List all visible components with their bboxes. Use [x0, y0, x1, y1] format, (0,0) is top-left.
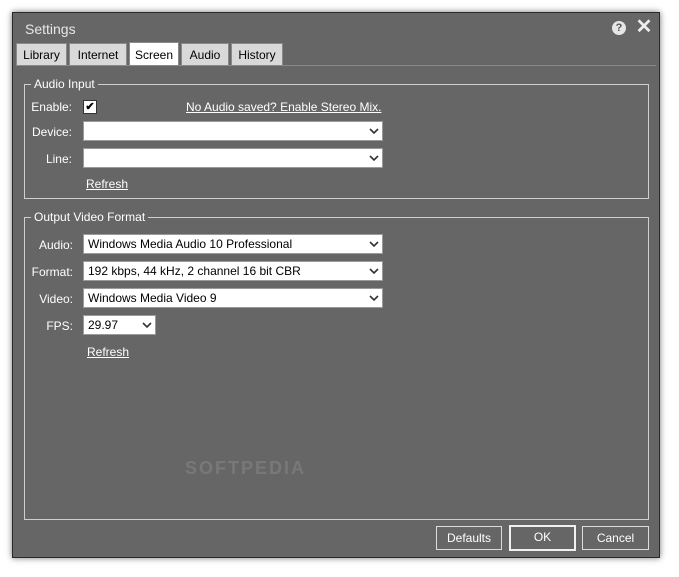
ok-button[interactable]: OK — [509, 525, 576, 551]
fps-value: 29.97 — [88, 318, 119, 332]
watermark: SOFTPEDIA — [185, 458, 307, 478]
fps-select[interactable]: 29.97 — [83, 315, 156, 335]
format-value: 192 kbps, 44 kHz, 2 channel 16 bit CBR — [88, 264, 301, 278]
chevron-down-icon — [369, 153, 379, 163]
video-codec-value: Windows Media Video 9 — [88, 291, 217, 305]
line-select[interactable] — [83, 148, 383, 168]
chevron-down-icon — [369, 293, 379, 303]
line-label: Line: — [45, 152, 72, 166]
enable-stereo-mix-link[interactable]: No Audio saved? Enable Stereo Mix. — [186, 100, 381, 114]
tab-audio[interactable]: Audio — [181, 43, 229, 65]
fps-label: FPS: — [46, 319, 73, 333]
output-format-refresh-link[interactable]: Refresh — [87, 345, 129, 359]
title-bar: Settings ? ✕ — [13, 13, 659, 43]
cancel-button[interactable]: Cancel — [582, 526, 649, 550]
chevron-down-icon — [369, 126, 379, 136]
audio-input-refresh-link[interactable]: Refresh — [86, 177, 128, 191]
audio-codec-select[interactable]: Windows Media Audio 10 Professional — [83, 234, 383, 254]
tab-history[interactable]: History — [231, 43, 283, 65]
window-title: Settings — [25, 21, 76, 37]
defaults-button[interactable]: Defaults — [436, 526, 502, 550]
tab-library[interactable]: Library — [16, 43, 67, 65]
audio-format-label: Audio: — [38, 238, 73, 252]
device-label: Device: — [31, 125, 72, 139]
output-video-format-legend: Output Video Format — [31, 210, 149, 224]
video-codec-select[interactable]: Windows Media Video 9 — [83, 288, 383, 308]
format-label: Format: — [31, 265, 73, 279]
tab-internet[interactable]: Internet — [69, 43, 127, 65]
help-icon[interactable]: ? — [612, 21, 626, 35]
chevron-down-icon — [369, 266, 379, 276]
video-label: Video: — [39, 292, 73, 306]
device-select[interactable] — [83, 121, 383, 141]
audio-codec-value: Windows Media Audio 10 Professional — [88, 237, 293, 251]
close-icon[interactable]: ✕ — [635, 17, 653, 37]
tab-screen[interactable]: Screen — [129, 42, 179, 66]
format-select[interactable]: 192 kbps, 44 kHz, 2 channel 16 bit CBR — [83, 261, 383, 281]
enable-label: Enable: — [31, 100, 72, 114]
audio-input-group: Audio Input Enable: ✔ No Audio saved? En… — [24, 77, 649, 199]
output-video-format-group: Output Video Format Audio: Windows Media… — [24, 210, 649, 520]
chevron-down-icon — [142, 320, 152, 330]
settings-window: Settings ? ✕ Library Internet Screen Aud… — [12, 12, 660, 558]
audio-input-legend: Audio Input — [31, 77, 98, 91]
tab-divider — [16, 65, 656, 66]
chevron-down-icon — [369, 239, 379, 249]
enable-checkbox[interactable]: ✔ — [83, 100, 97, 114]
